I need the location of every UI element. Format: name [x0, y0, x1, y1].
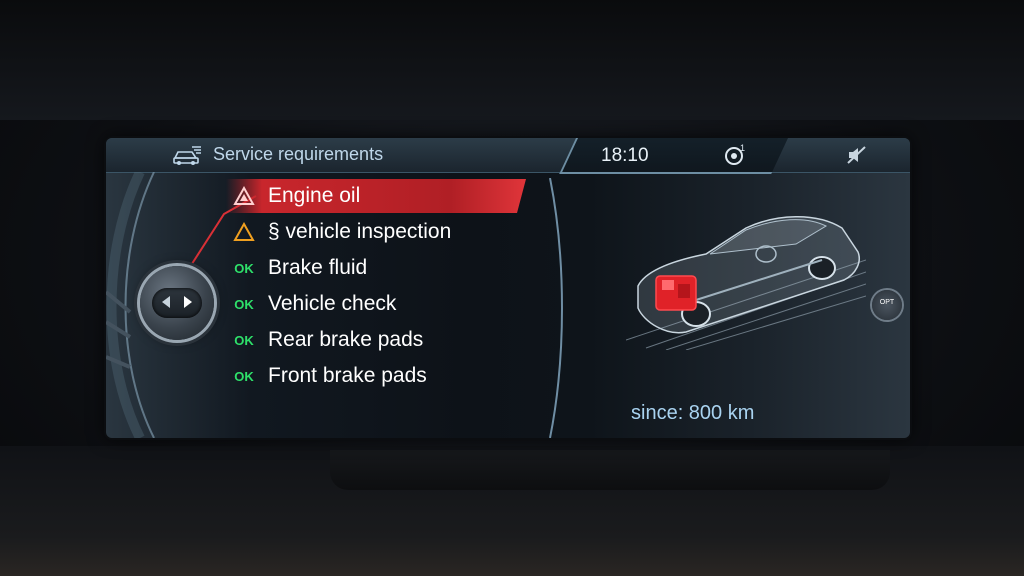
- service-item-engine-oil[interactable]: Engine oil: [226, 179, 526, 213]
- clock-tab: [559, 138, 788, 174]
- since-distance: since: 800 km: [631, 402, 755, 424]
- service-item-label: Brake fluid: [268, 256, 368, 279]
- service-item-front-brake-pads[interactable]: OK Front brake pads: [230, 359, 530, 393]
- red-warning-triangle-icon: [230, 184, 258, 208]
- service-item-label: Engine oil: [268, 184, 361, 207]
- service-item-vehicle-inspection[interactable]: § vehicle inspection: [230, 215, 530, 249]
- header-bar: Service requirements 18:10 1: [106, 138, 910, 174]
- panel-divider: [549, 178, 563, 438]
- service-item-label: Front brake pads: [268, 364, 427, 387]
- svg-text:1: 1: [740, 143, 745, 153]
- idrive-screen: Service requirements 18:10 1 Engine oil …: [106, 138, 910, 438]
- idrive-controller[interactable]: [140, 266, 214, 340]
- dashboard-ledge: [330, 450, 890, 490]
- service-icon: [173, 146, 201, 165]
- dashboard-bezel-top: [0, 0, 1024, 120]
- service-item-rear-brake-pads[interactable]: OK Rear brake pads: [230, 323, 530, 357]
- ok-status: OK: [234, 368, 254, 384]
- arrow-left-icon[interactable]: [162, 296, 170, 308]
- tmc-icon: 1: [725, 143, 745, 165]
- yellow-warning-triangle-icon: [230, 220, 258, 244]
- service-item-label: § vehicle inspection: [268, 220, 452, 243]
- ok-status: OK: [234, 332, 254, 348]
- mute-icon: [847, 146, 866, 164]
- controller-pad[interactable]: [152, 288, 202, 318]
- arrow-right-icon[interactable]: [184, 296, 192, 308]
- clock: 18:10: [601, 145, 649, 166]
- service-item-label: Vehicle check: [268, 292, 397, 315]
- ok-status: OK: [234, 296, 254, 312]
- options-label: OPT: [879, 299, 895, 306]
- service-item-brake-fluid[interactable]: OK Brake fluid: [230, 251, 530, 285]
- service-item-vehicle-check[interactable]: OK Vehicle check: [230, 287, 530, 321]
- page-title: Service requirements: [213, 144, 384, 164]
- car-xray-illustration: [626, 216, 866, 350]
- ok-status: OK: [234, 260, 254, 276]
- service-item-label: Rear brake pads: [268, 328, 424, 351]
- options-button[interactable]: OPT: [872, 290, 902, 320]
